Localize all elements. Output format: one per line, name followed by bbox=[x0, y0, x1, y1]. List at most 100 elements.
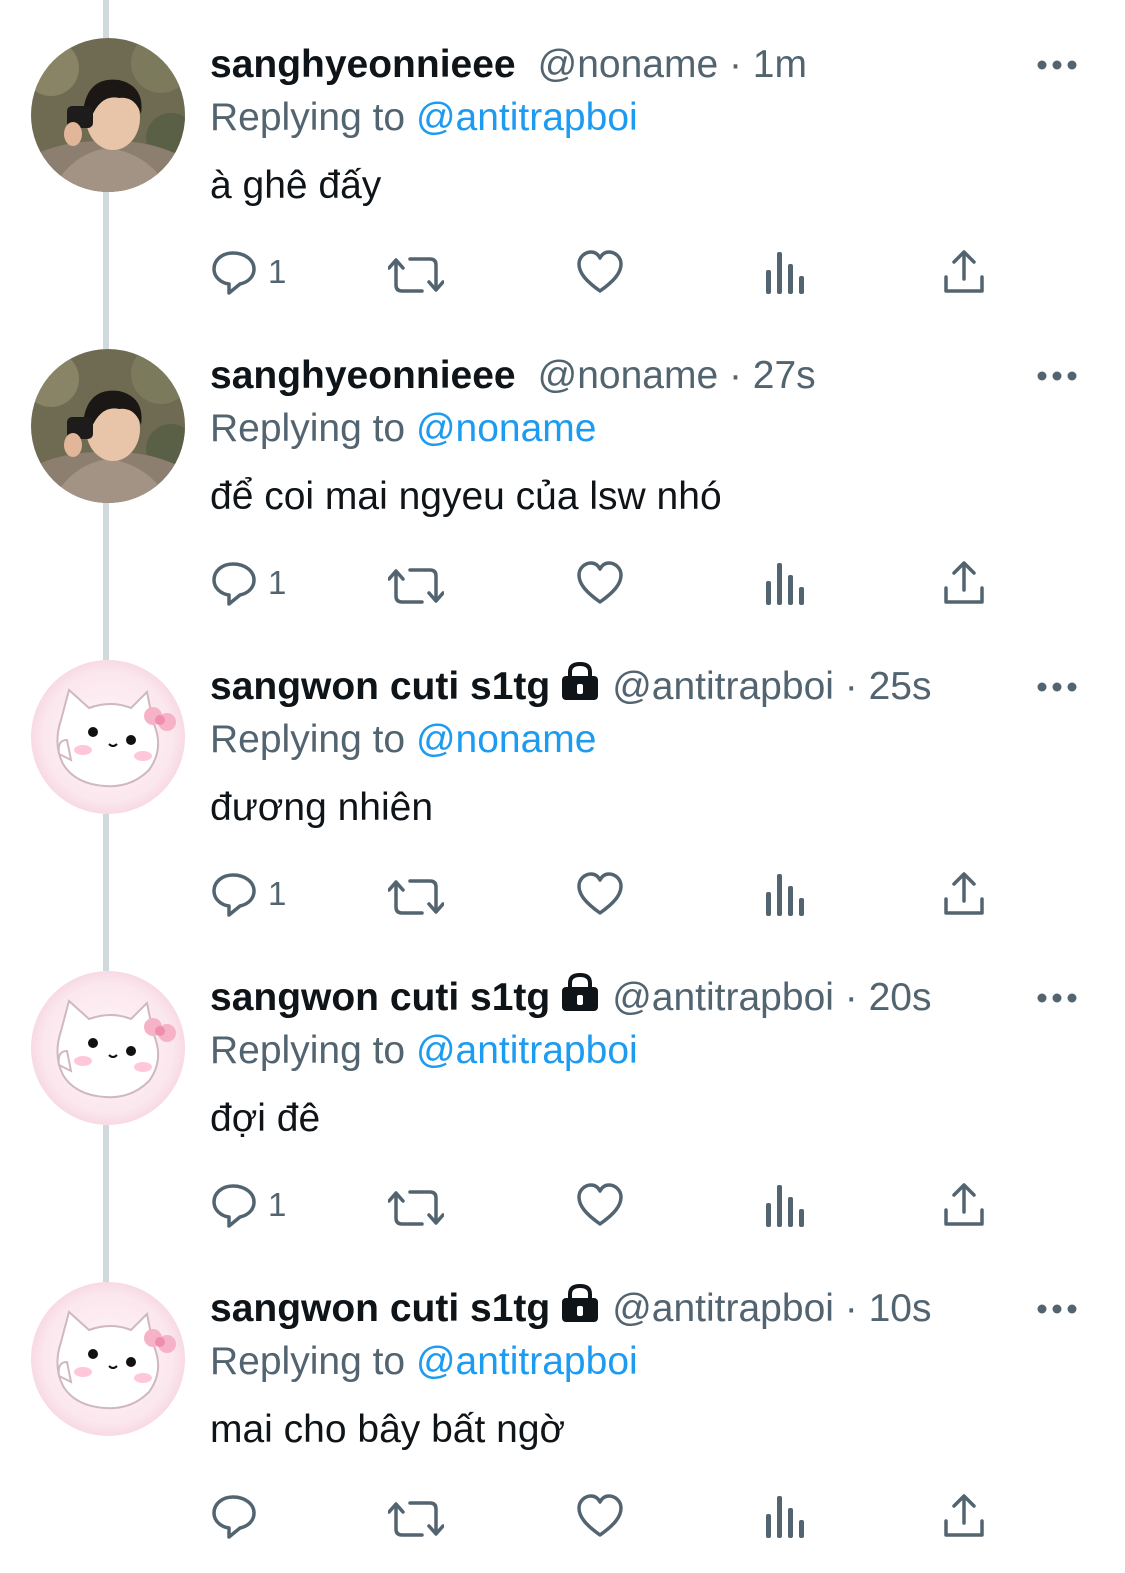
mention-link[interactable]: @antitrapboi bbox=[416, 1340, 638, 1383]
display-name[interactable]: sangwon cuti s1tg bbox=[210, 1287, 550, 1330]
tweet[interactable]: sangwon cuti s1tg @antitrapboi · 25s Repl… bbox=[0, 622, 1125, 933]
retweet-button[interactable] bbox=[388, 244, 444, 300]
more-icon[interactable] bbox=[1037, 990, 1077, 1008]
like-icon bbox=[576, 248, 624, 296]
more-icon[interactable] bbox=[1037, 57, 1077, 75]
replying-to-label: Replying to bbox=[210, 1340, 416, 1383]
timestamp[interactable]: · 25s bbox=[834, 665, 932, 708]
reply-icon bbox=[210, 558, 258, 608]
tweet-text: mai cho bây bất ngờ bbox=[210, 1408, 566, 1451]
reply-button[interactable]: 1 bbox=[210, 244, 286, 300]
display-name[interactable]: sangwon cuti s1tg bbox=[210, 976, 550, 1019]
retweet-button[interactable] bbox=[388, 866, 444, 922]
like-icon bbox=[576, 870, 624, 918]
share-button[interactable] bbox=[942, 866, 986, 922]
replying-to: Replying to @noname bbox=[210, 404, 596, 454]
tweet-header: sanghyeonnieee @noname · 27s bbox=[210, 351, 1085, 401]
views-button[interactable] bbox=[762, 244, 808, 300]
views-button[interactable] bbox=[762, 866, 808, 922]
share-icon bbox=[942, 560, 986, 606]
more-icon[interactable] bbox=[1037, 368, 1077, 386]
retweet-button[interactable] bbox=[388, 1177, 444, 1233]
replying-to-label: Replying to bbox=[210, 1029, 416, 1072]
tweet-text: để coi mai ngyeu của lsw nhó bbox=[210, 475, 722, 518]
tweet-text: đợi đê bbox=[210, 1097, 321, 1140]
handle[interactable]: @antitrapboi bbox=[612, 1287, 834, 1330]
reply-icon bbox=[210, 247, 258, 297]
replying-to-label: Replying to bbox=[210, 407, 416, 450]
tweet[interactable]: sanghyeonnieee @noname · 1m Replying to @a… bbox=[0, 0, 1125, 311]
action-bar: 1 bbox=[210, 555, 1010, 611]
share-icon bbox=[942, 871, 986, 917]
mention-link[interactable]: @antitrapboi bbox=[416, 1029, 638, 1072]
like-icon bbox=[576, 1492, 624, 1540]
share-icon bbox=[942, 1493, 986, 1539]
like-button[interactable] bbox=[576, 1488, 624, 1544]
like-button[interactable] bbox=[576, 1177, 624, 1233]
handle[interactable]: @antitrapboi bbox=[612, 976, 834, 1019]
retweet-icon bbox=[388, 1491, 444, 1541]
avatar[interactable] bbox=[31, 1282, 185, 1436]
like-icon bbox=[576, 559, 624, 607]
like-icon bbox=[576, 1181, 624, 1229]
reply-icon bbox=[210, 1180, 258, 1230]
views-icon bbox=[762, 1492, 808, 1540]
reply-icon bbox=[210, 869, 258, 919]
avatar[interactable] bbox=[31, 660, 185, 814]
tweet[interactable]: sanghyeonnieee @noname · 27s Replying to @… bbox=[0, 311, 1125, 622]
timestamp[interactable]: · 27s bbox=[718, 354, 816, 397]
avatar[interactable] bbox=[31, 349, 185, 503]
views-icon bbox=[762, 870, 808, 918]
like-button[interactable] bbox=[576, 244, 624, 300]
views-button[interactable] bbox=[762, 555, 808, 611]
action-bar: 1 bbox=[210, 244, 1010, 300]
avatar[interactable] bbox=[31, 38, 185, 192]
display-name[interactable]: sanghyeonnieee bbox=[210, 354, 516, 397]
replying-to: Replying to @antitrapboi bbox=[210, 93, 638, 143]
retweet-button[interactable] bbox=[388, 555, 444, 611]
like-button[interactable] bbox=[576, 866, 624, 922]
display-name[interactable]: sangwon cuti s1tg bbox=[210, 665, 550, 708]
timestamp[interactable]: · 1m bbox=[718, 43, 807, 86]
reply-button[interactable]: 1 bbox=[210, 555, 286, 611]
reply-button[interactable]: 1 bbox=[210, 1177, 286, 1233]
tweet[interactable]: sangwon cuti s1tg @antitrapboi · 10s Repl… bbox=[0, 1244, 1125, 1555]
views-icon bbox=[762, 559, 808, 607]
timestamp[interactable]: · 20s bbox=[834, 976, 932, 1019]
handle[interactable]: @noname bbox=[538, 354, 719, 397]
tweet-header: sanghyeonnieee @noname · 1m bbox=[210, 40, 1085, 90]
share-button[interactable] bbox=[942, 244, 986, 300]
tweet-text: à ghê đấy bbox=[210, 164, 382, 207]
lock-icon bbox=[560, 1283, 600, 1337]
lock-icon bbox=[560, 972, 600, 1026]
retweet-button[interactable] bbox=[388, 1488, 444, 1544]
more-icon[interactable] bbox=[1037, 679, 1077, 697]
mention-link[interactable]: @noname bbox=[416, 718, 597, 761]
display-name[interactable]: sanghyeonnieee bbox=[210, 43, 516, 86]
share-button[interactable] bbox=[942, 555, 986, 611]
retweet-icon bbox=[388, 558, 444, 608]
mention-link[interactable]: @antitrapboi bbox=[416, 96, 638, 139]
handle[interactable]: @noname bbox=[538, 43, 719, 86]
tweet[interactable]: sangwon cuti s1tg @antitrapboi · 20s Repl… bbox=[0, 933, 1125, 1244]
tweet-header: sangwon cuti s1tg @antitrapboi · 25s bbox=[210, 661, 1085, 712]
like-button[interactable] bbox=[576, 555, 624, 611]
handle[interactable]: @antitrapboi bbox=[612, 665, 834, 708]
tweet-header: sangwon cuti s1tg @antitrapboi · 20s bbox=[210, 972, 1085, 1026]
more-icon[interactable] bbox=[1037, 1301, 1077, 1319]
share-button[interactable] bbox=[942, 1488, 986, 1544]
tweet-text: đương nhiên bbox=[210, 786, 434, 829]
reply-button[interactable] bbox=[210, 1488, 268, 1544]
mention-link[interactable]: @noname bbox=[416, 407, 597, 450]
action-bar: 1 bbox=[210, 1177, 1010, 1233]
reply-count: 1 bbox=[268, 875, 287, 912]
views-icon bbox=[762, 1181, 808, 1229]
timestamp[interactable]: · 10s bbox=[834, 1287, 932, 1330]
reply-button[interactable]: 1 bbox=[210, 866, 286, 922]
views-button[interactable] bbox=[762, 1177, 808, 1233]
views-button[interactable] bbox=[762, 1488, 808, 1544]
share-button[interactable] bbox=[942, 1177, 986, 1233]
reply-count: 1 bbox=[268, 253, 287, 290]
action-bar: 1 bbox=[210, 866, 1010, 922]
avatar[interactable] bbox=[31, 971, 185, 1125]
